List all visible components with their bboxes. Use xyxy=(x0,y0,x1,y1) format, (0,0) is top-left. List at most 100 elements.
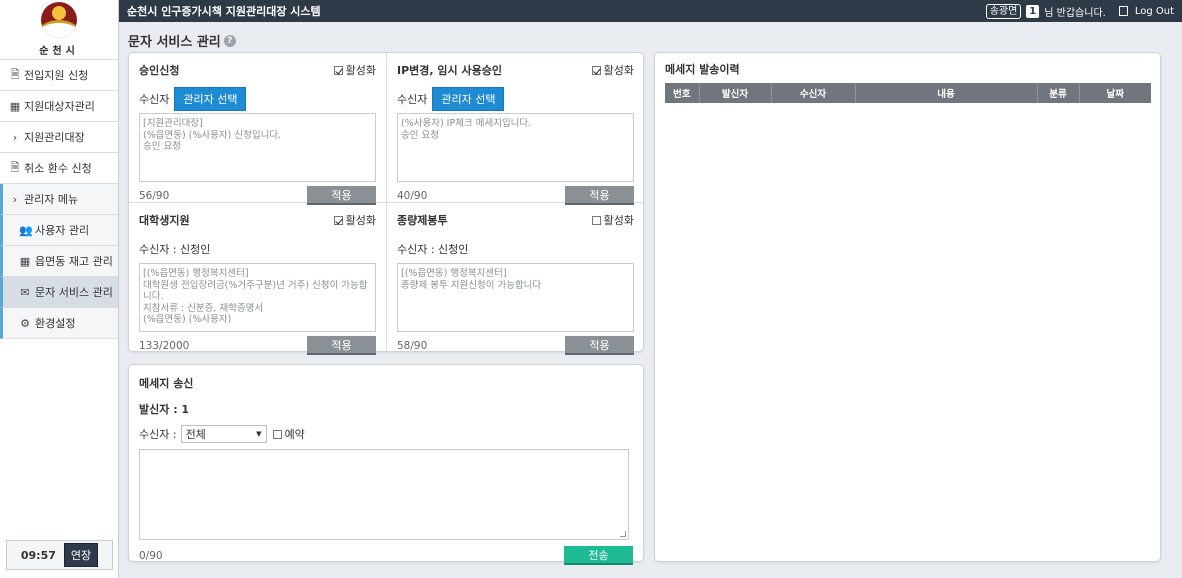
sidebar-item-label: 사용자 관리 xyxy=(35,224,90,237)
template-panel: 승인신청 활성화 수신자 관리자 선택 [지원관리대장] (%읍면동) (%사용… xyxy=(128,52,644,355)
sidebar-item-move-in-apply[interactable]: 🗎 전입지원 신청 xyxy=(0,60,118,91)
session-time: 09:57 xyxy=(20,548,56,562)
col-category[interactable]: 분류 xyxy=(1037,83,1080,103)
caret-down-icon: ▼ xyxy=(256,430,262,438)
sidebar-item-cancel-refund[interactable]: 🗎 취소 환수 신청 xyxy=(0,153,118,184)
table-icon: ▦ xyxy=(19,254,31,268)
col-number[interactable]: 번호 xyxy=(665,83,700,103)
sidebar-item-stock-manage[interactable]: ▦ 읍면동 재고 관리 xyxy=(0,246,118,277)
checkbox-label: 활성화 xyxy=(603,214,634,227)
checkbox-unchecked-icon xyxy=(591,215,601,225)
sidebar-item-recipient-manage[interactable]: ▦ 지원대상자관리 xyxy=(0,91,118,122)
checkbox-checked-icon xyxy=(333,215,343,225)
recipient-select[interactable]: 전체 ▼ xyxy=(180,425,267,443)
col-sender[interactable]: 발신자 xyxy=(699,83,772,103)
topbar: 순천시 인구증가시책 지원관리대장 시스템 송광면 1 님 반갑습니다. Log… xyxy=(119,0,1182,22)
sidebar-item-support-ledger[interactable]: › 지원관리대장 xyxy=(0,122,118,153)
users-icon: 👥 xyxy=(19,223,33,237)
history-table: 번호 발신자 수신자 내용 분류 날짜 xyxy=(665,83,1151,103)
template-title: 승인신청 xyxy=(139,64,180,77)
reserve-checkbox[interactable]: 예약 xyxy=(272,426,305,442)
checkbox-unchecked-icon xyxy=(272,429,282,439)
recipient-label: 수신자 : 신청인 xyxy=(397,243,469,256)
char-counter: 56/90 xyxy=(139,189,170,202)
history-title: 메세지 발송이력 xyxy=(665,63,740,76)
user-info: 송광면 1 님 반갑습니다. Log Out xyxy=(985,3,1174,19)
sidebar-item-label: 전입지원 신청 xyxy=(24,69,89,82)
document-icon: 🗎 xyxy=(10,67,20,81)
page-title-wrap: 문자 서비스 관리 ? xyxy=(128,31,236,50)
sidebar-item-label: 문자 서비스 관리 xyxy=(35,286,113,299)
document-icon: 🗎 xyxy=(10,160,20,174)
sidebar-item-label: 관리자 메뉴 xyxy=(24,193,79,206)
apply-button[interactable]: 적용 xyxy=(565,336,634,355)
session-timer: 09:57 연장 xyxy=(6,540,113,570)
select-admin-button[interactable]: 관리자 선택 xyxy=(432,87,505,111)
col-recipient[interactable]: 수신자 xyxy=(771,83,856,103)
checkbox-checked-icon xyxy=(591,65,601,75)
template-title: IP변경, 임시 사용승인 xyxy=(397,64,502,77)
sidebar-item-label: 지원관리대장 xyxy=(24,131,85,144)
template-textarea[interactable]: [(%읍면동) 행정복지센터] 종량제 봉투 지원신청이 가능합니다 xyxy=(397,263,634,332)
col-content[interactable]: 내용 xyxy=(855,83,1038,103)
chevron-right-icon: › xyxy=(12,130,18,144)
recipient-select-value: 전체 xyxy=(185,428,206,441)
sidebar-item-settings[interactable]: ⚙ 환경설정 xyxy=(0,308,118,339)
send-panel: 메세지 송신 발신자 : 1 수신자 : 전체 ▼ 예약 0/90 전송 xyxy=(128,364,644,565)
sidebar-item-sms-manage[interactable]: ✉ 문자 서비스 관리 xyxy=(0,277,118,308)
sender-label: 발신자 : 1 xyxy=(139,403,190,416)
checkbox-label: 예약 xyxy=(284,428,305,441)
city-emblem-icon xyxy=(41,2,77,38)
sidebar-item-label: 읍면동 재고 관리 xyxy=(35,255,113,268)
template-textarea[interactable]: (%사용자) IP체크 메세지입니다. 승인 요청 xyxy=(397,113,634,182)
gear-icon: ⚙ xyxy=(20,316,30,330)
sidebar-item-admin-menu[interactable]: › 관리자 메뉴 xyxy=(0,184,118,215)
char-counter: 133/2000 xyxy=(139,339,190,352)
greeting-text: 님 반갑습니다. xyxy=(1044,7,1106,19)
resize-grip-icon[interactable] xyxy=(620,531,626,537)
checkbox-label: 활성화 xyxy=(345,64,376,77)
active-checkbox[interactable]: 활성화 xyxy=(333,212,376,228)
template-approval: 승인신청 활성화 수신자 관리자 선택 [지원관리대장] (%읍면동) (%사용… xyxy=(129,53,386,205)
col-date[interactable]: 날짜 xyxy=(1079,83,1151,103)
table-header-row: 번호 발신자 수신자 내용 분류 날짜 xyxy=(665,83,1151,103)
page-title: 문자 서비스 관리 xyxy=(128,35,221,50)
checkbox-checked-icon xyxy=(333,65,343,75)
active-checkbox[interactable]: 활성화 xyxy=(591,62,634,78)
sidebar-item-label: 취소 환수 신청 xyxy=(24,162,92,175)
logout-icon[interactable] xyxy=(1118,6,1128,16)
count-badge: 1 xyxy=(1026,4,1040,18)
char-counter: 40/90 xyxy=(397,189,428,202)
sidebar-item-user-manage[interactable]: 👥 사용자 관리 xyxy=(0,215,118,246)
logo-text: 순천시 xyxy=(39,46,79,57)
send-button[interactable]: 전송 xyxy=(564,546,633,565)
sidebar-item-label: 환경설정 xyxy=(35,317,76,330)
active-checkbox[interactable]: 활성화 xyxy=(591,212,634,228)
checkbox-label: 활성화 xyxy=(345,214,376,227)
char-counter: 0/90 xyxy=(139,549,163,562)
logo[interactable]: 순천시 xyxy=(0,0,118,60)
recipient-label: 수신자 : 신청인 xyxy=(139,243,211,256)
logout-link[interactable]: Log Out xyxy=(1135,6,1174,17)
template-title: 종량제봉투 xyxy=(397,214,448,227)
active-checkbox[interactable]: 활성화 xyxy=(333,62,376,78)
extend-session-button[interactable]: 연장 xyxy=(63,543,99,567)
template-ip-change: IP변경, 임시 사용승인 활성화 수신자 관리자 선택 (%사용자) IP체크… xyxy=(387,53,644,205)
sidebar-item-label: 지원대상자관리 xyxy=(24,100,95,113)
checkbox-label: 활성화 xyxy=(603,64,634,77)
envelope-icon: ✉ xyxy=(20,285,30,299)
template-textarea[interactable]: [지원관리대장] (%읍면동) (%사용자) 신청입니다. 승인 요청 xyxy=(139,113,376,182)
apply-button[interactable]: 적용 xyxy=(307,336,376,355)
sidebar: 순천시 🗎 전입지원 신청 ▦ 지원대상자관리 › 지원관리대장 🗎 취소 환수… xyxy=(0,0,119,578)
char-counter: 58/90 xyxy=(397,339,428,352)
recipient-label: 수신자 xyxy=(397,93,428,106)
template-textarea[interactable]: [(%읍면동) 행정복지센터] 대학원생 전입장려금(%거주구분)년 거주) 신… xyxy=(139,263,376,332)
help-icon[interactable]: ? xyxy=(223,34,236,47)
message-textarea[interactable] xyxy=(139,449,629,540)
recipient-row: 수신자 : 전체 ▼ 예약 xyxy=(139,425,633,443)
chevron-right-icon: › xyxy=(12,192,18,206)
template-garbage-bag: 종량제봉투 활성화 수신자 : 신청인 [(%읍면동) 행정복지센터] 종량제 … xyxy=(387,203,644,355)
history-panel: 메세지 발송이력 번호 발신자 수신자 내용 분류 날짜 xyxy=(654,52,1161,562)
select-admin-button[interactable]: 관리자 선택 xyxy=(174,87,247,111)
recipient-label: 수신자 : xyxy=(139,428,177,441)
